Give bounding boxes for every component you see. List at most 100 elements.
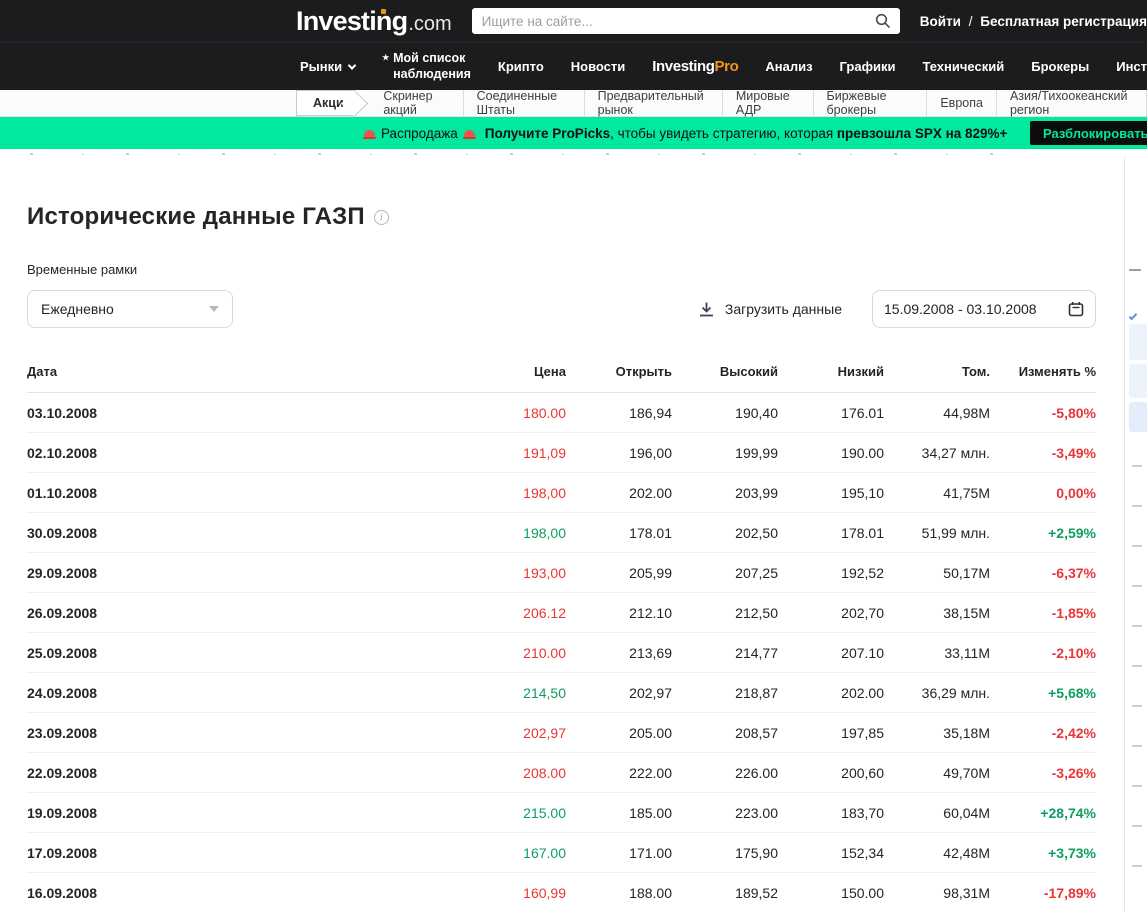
cell-high: 226.00 bbox=[672, 753, 778, 793]
col-header-open[interactable]: Открыть bbox=[566, 354, 672, 393]
rail-tick bbox=[1132, 465, 1142, 467]
nav-item-label: Крипто bbox=[498, 59, 544, 74]
cell-open: 188.00 bbox=[566, 873, 672, 911]
login-link[interactable]: Войти bbox=[920, 14, 961, 29]
register-link[interactable]: Бесплатная регистрация bbox=[980, 14, 1147, 29]
cell-chg: +5,68% bbox=[990, 673, 1096, 713]
auth-separator: / bbox=[969, 14, 973, 29]
rail-tick bbox=[1132, 705, 1142, 707]
cell-chg: +3,73% bbox=[990, 833, 1096, 873]
search-icon[interactable] bbox=[875, 13, 891, 29]
date-range-value: 15.09.2008 - 03.10.2008 bbox=[884, 301, 1037, 317]
cell-low: 207.10 bbox=[778, 633, 884, 673]
table-row: 30.09.2008198,00178.01202,50178.0151,99 … bbox=[27, 513, 1096, 553]
cell-date: 22.09.2008 bbox=[27, 753, 460, 793]
cell-price: 198,00 bbox=[460, 473, 566, 513]
col-header-price[interactable]: Цена bbox=[460, 354, 566, 393]
rail-box bbox=[1129, 402, 1147, 432]
cell-vol: 44,98M bbox=[884, 393, 990, 433]
download-data-button[interactable]: Загрузить данные bbox=[698, 301, 842, 318]
investing-logo[interactable]: Investing .com bbox=[296, 6, 452, 37]
cell-high: 223.00 bbox=[672, 793, 778, 833]
subnav: Акции Скринер акцийСоединенные ШтатыПредв… bbox=[0, 90, 1147, 117]
table-row: 17.09.2008167.00171.00175,90152,3442,48M… bbox=[27, 833, 1096, 873]
cell-high: 189,52 bbox=[672, 873, 778, 911]
nav-item[interactable]: Технический bbox=[922, 59, 1004, 74]
cell-price: 193,00 bbox=[460, 553, 566, 593]
date-range-picker[interactable]: 15.09.2008 - 03.10.2008 bbox=[872, 290, 1096, 328]
cell-open: 202,97 bbox=[566, 673, 672, 713]
nav-item[interactable]: Брокеры bbox=[1031, 59, 1089, 74]
banner-promo-word: Распродажа bbox=[381, 126, 458, 141]
cell-chg: +28,74% bbox=[990, 793, 1096, 833]
table-header-row: Дата Цена Открыть Высокий Низкий Том. Из… bbox=[27, 354, 1096, 393]
nav-item-label: Брокеры bbox=[1031, 59, 1089, 74]
cell-low: 176.01 bbox=[778, 393, 884, 433]
investingpro-logo-investing: Investing bbox=[652, 58, 714, 75]
cell-date: 23.09.2008 bbox=[27, 713, 460, 753]
top-header: Investing .com Войти / Бесплатная регист… bbox=[0, 0, 1147, 42]
subnav-tab[interactable]: Скринер акций bbox=[370, 90, 463, 116]
info-icon[interactable]: i bbox=[374, 210, 389, 225]
cell-vol: 36,29 млн. bbox=[884, 673, 990, 713]
table-row: 16.09.2008160,99188.00189,52150.0098,31M… bbox=[27, 873, 1096, 911]
table-row: 29.09.2008193,00205,99207,25192,5250,17M… bbox=[27, 553, 1096, 593]
main-content: Исторические данные ГАЗП i Временные рам… bbox=[0, 203, 1147, 911]
subnav-tab[interactable]: Соединенные Штаты bbox=[464, 90, 585, 116]
nav-item[interactable]: Рынки bbox=[300, 59, 355, 74]
cell-vol: 34,27 млн. bbox=[884, 433, 990, 473]
col-header-volume[interactable]: Том. bbox=[884, 354, 990, 393]
nav-item[interactable]: InvestingPro bbox=[652, 58, 738, 75]
search-input[interactable] bbox=[472, 8, 900, 34]
cell-high: 207,25 bbox=[672, 553, 778, 593]
subnav-tab-active[interactable]: Акции bbox=[296, 90, 355, 116]
history-table-body: 03.10.2008180.00186,94190,40176.0144,98M… bbox=[27, 393, 1096, 911]
banner-bold-lead: Получите ProPicks bbox=[485, 126, 610, 141]
table-row: 24.09.2008214,50202,97218,87202.0036,29 … bbox=[27, 673, 1096, 713]
cell-date: 29.09.2008 bbox=[27, 553, 460, 593]
cell-open: 178.01 bbox=[566, 513, 672, 553]
cell-low: 195,10 bbox=[778, 473, 884, 513]
col-header-date[interactable]: Дата bbox=[27, 354, 460, 393]
cell-price: 206.12 bbox=[460, 593, 566, 633]
nav-item[interactable]: Графики bbox=[840, 59, 896, 74]
cell-high: 214,77 bbox=[672, 633, 778, 673]
nav-item[interactable]: Инструменты bbox=[1116, 59, 1147, 74]
table-row: 03.10.2008180.00186,94190,40176.0144,98M… bbox=[27, 393, 1096, 433]
nav-item-label: Анализ bbox=[765, 59, 812, 74]
timeframe-select[interactable]: Ежедневно bbox=[27, 290, 233, 328]
nav-item[interactable]: Анализ bbox=[765, 59, 812, 74]
cell-vol: 50,17M bbox=[884, 553, 990, 593]
siren-icon bbox=[464, 130, 475, 138]
nav-item[interactable]: Крипто bbox=[498, 59, 544, 74]
table-row: 22.09.2008208.00222.00226.00200,6049,70M… bbox=[27, 753, 1096, 793]
subnav-tab[interactable]: Азия/Тихоокеанский регион bbox=[997, 90, 1147, 116]
subnav-tab[interactable]: Европа bbox=[927, 90, 997, 116]
rail-tick bbox=[1132, 545, 1142, 547]
col-header-high[interactable]: Высокий bbox=[672, 354, 778, 393]
rail-check-icon bbox=[1129, 312, 1137, 320]
subnav-tab[interactable]: Биржевые брокеры bbox=[814, 90, 928, 116]
cell-low: 202.00 bbox=[778, 673, 884, 713]
subnav-tab[interactable]: Мировые АДР bbox=[723, 90, 814, 116]
nav-item-label: Новости bbox=[571, 59, 626, 74]
banner-middle-text: , чтобы увидеть стратегию, которая bbox=[610, 126, 837, 141]
auth-links: Войти / Бесплатная регистрация bbox=[920, 14, 1147, 29]
cell-date: 24.09.2008 bbox=[27, 673, 460, 713]
table-row: 26.09.2008206.12212.10212,50202,7038,15M… bbox=[27, 593, 1096, 633]
logo-orange-dot-icon bbox=[381, 8, 387, 14]
rail-box bbox=[1129, 364, 1147, 398]
cell-date: 02.10.2008 bbox=[27, 433, 460, 473]
unlock-propicks-button[interactable]: Разблокировать ProPicks bbox=[1030, 121, 1147, 145]
cell-date: 01.10.2008 bbox=[27, 473, 460, 513]
cell-open: 222.00 bbox=[566, 753, 672, 793]
rail-box bbox=[1129, 324, 1147, 360]
subnav-tab[interactable]: Предварительный рынок bbox=[585, 90, 723, 116]
nav-item[interactable]: ★Мой список наблюдения bbox=[382, 51, 471, 82]
chevron-down-icon bbox=[348, 61, 356, 69]
col-header-change[interactable]: Изменять % bbox=[990, 354, 1096, 393]
col-header-low[interactable]: Низкий bbox=[778, 354, 884, 393]
nav-item[interactable]: Новости bbox=[571, 59, 626, 74]
cell-low: 192,52 bbox=[778, 553, 884, 593]
cell-low: 200,60 bbox=[778, 753, 884, 793]
